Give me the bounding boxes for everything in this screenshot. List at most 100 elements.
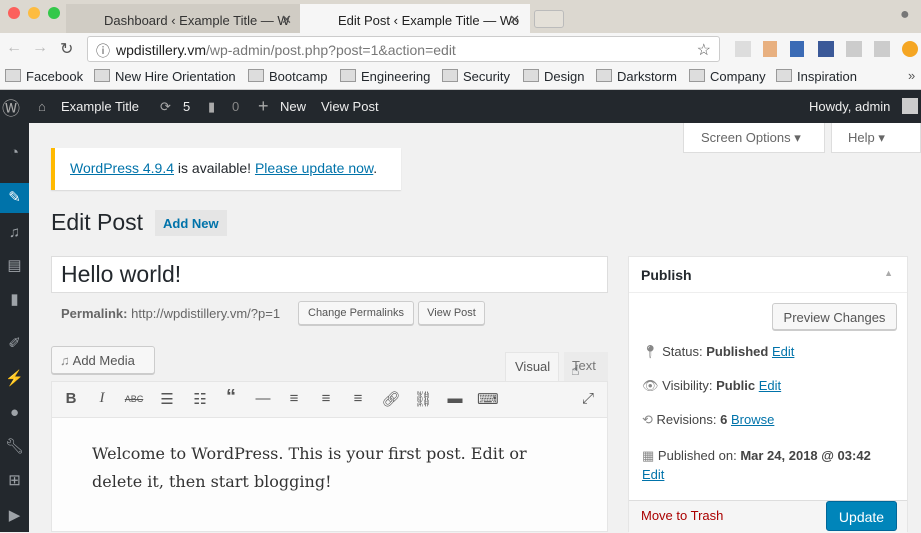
comments-menu-icon[interactable]: ▮ — [0, 285, 29, 315]
history-icon: ⟲ — [642, 412, 653, 427]
toolbar-toggle-icon[interactable]: ⌨ — [477, 390, 499, 408]
plus-icon: + — [258, 96, 269, 116]
comments-count[interactable]: 0 — [232, 99, 239, 114]
update-notice: WordPress 4.9.4 is available! Please upd… — [51, 148, 401, 190]
move-to-trash-link[interactable]: Move to Trash — [641, 508, 723, 523]
publish-box: Publish ▲ — [628, 256, 908, 533]
close-window-button[interactable] — [8, 7, 20, 19]
profile-icon[interactable]: ● — [900, 6, 910, 24]
maximize-window-button[interactable] — [48, 7, 60, 19]
plugins-icon[interactable]: ⚡ — [0, 364, 29, 394]
edit-visibility-link[interactable]: Edit — [759, 378, 781, 393]
view-post-link[interactable]: View Post — [321, 99, 379, 114]
collapse-arrow-icon[interactable]: ▲ — [884, 268, 893, 278]
blockquote-icon[interactable]: “ — [221, 386, 241, 409]
insert-link-icon[interactable]: 🔗︎ — [381, 390, 401, 408]
pin-icon: 📍︎ — [642, 344, 659, 359]
permalink-url[interactable]: http://wpdistillery.vm/?p=1 — [131, 306, 280, 321]
add-media-button[interactable]: ♫ Add Media — [51, 346, 155, 374]
align-left-icon[interactable]: ≡ — [284, 390, 304, 407]
tab-visual[interactable]: Visual — [505, 352, 559, 382]
calendar-icon: ▦ — [642, 448, 655, 463]
collapse-menu-icon[interactable]: ▶ — [0, 501, 29, 531]
users-icon[interactable]: ● — [0, 398, 29, 428]
wordpress-logo-icon[interactable]: Ⓦ — [2, 95, 20, 121]
bookmark-engineering[interactable]: Engineering — [340, 69, 430, 84]
bookmark-company[interactable]: Company — [689, 69, 766, 84]
bulleted-list-icon[interactable]: ☰ — [157, 390, 177, 408]
tab-edit-post[interactable]: Edit Post ‹ Example Title — Wo ✕ — [300, 4, 530, 33]
update-button[interactable]: Update — [826, 501, 897, 531]
updates-icon[interactable]: ⟳ — [160, 99, 171, 115]
settings-icon[interactable]: ⊞ — [0, 466, 29, 496]
avatar[interactable] — [902, 98, 918, 114]
pages-icon[interactable]: ▤ — [0, 251, 29, 281]
preview-changes-button[interactable]: Preview Changes — [772, 303, 897, 330]
fullscreen-icon[interactable]: ⤢ — [578, 390, 598, 407]
updates-count[interactable]: 5 — [183, 99, 190, 114]
extension-icon[interactable] — [874, 41, 890, 57]
extension-icon[interactable] — [790, 41, 804, 57]
minimize-window-button[interactable] — [28, 7, 40, 19]
horizontal-line-icon[interactable]: — — [253, 390, 273, 407]
numbered-list-icon[interactable]: ☷ — [190, 390, 210, 408]
new-content-link[interactable]: New — [280, 99, 306, 114]
add-new-button[interactable]: Add New — [155, 210, 227, 236]
close-tab-icon[interactable]: ✕ — [281, 12, 292, 28]
edit-status-link[interactable]: Edit — [772, 344, 794, 359]
edit-date-link[interactable]: Edit — [642, 467, 664, 482]
dashboard-icon[interactable]: ◔ — [0, 138, 29, 168]
back-icon[interactable]: ← — [6, 39, 22, 57]
extension-icon[interactable] — [763, 41, 777, 57]
read-more-icon[interactable]: ▬ — [445, 390, 465, 407]
italic-icon[interactable]: I — [92, 390, 112, 407]
page-title: Edit Post — [51, 209, 144, 235]
extension-icon[interactable] — [846, 41, 862, 57]
facebook-extension-icon[interactable] — [818, 41, 834, 57]
reload-icon[interactable]: ↻ — [60, 39, 73, 59]
posts-pin-icon[interactable]: ✎ — [0, 183, 29, 213]
bookmark-design[interactable]: Design — [523, 69, 584, 84]
extension-icon[interactable] — [735, 41, 751, 57]
site-name-link[interactable]: Example Title — [61, 99, 139, 114]
bookmark-inspiration[interactable]: Inspiration — [776, 69, 857, 84]
appearance-icon[interactable]: ✐ — [0, 329, 29, 359]
close-tab-icon[interactable]: ✕ — [509, 12, 520, 28]
publish-header[interactable]: Publish ▲ — [629, 257, 907, 293]
screen-options-button[interactable]: Screen Options ▾ — [683, 123, 825, 153]
visibility-row: 👁︎ Visibility: Public Edit — [642, 378, 782, 393]
post-title-input[interactable]: Hello world! — [51, 256, 608, 293]
strikethrough-icon[interactable]: ABC — [124, 394, 144, 404]
tab-dashboard[interactable]: Dashboard ‹ Example Title — W ✕ — [66, 4, 302, 33]
post-content[interactable]: Welcome to WordPress. This is your first… — [92, 440, 527, 496]
revisions-row: ⟲ Revisions: 6 Browse — [642, 412, 775, 427]
bookmark-new-hire[interactable]: New Hire Orientation — [94, 69, 236, 84]
tools-wrench-icon[interactable]: 🔧︎ — [0, 432, 29, 462]
more-bookmarks-icon[interactable]: » — [908, 68, 915, 83]
media-icon[interactable]: ♫ — [0, 218, 29, 248]
browse-revisions-link[interactable]: Browse — [731, 412, 774, 427]
comments-icon[interactable]: ▮ — [208, 99, 215, 115]
bookmark-darkstorm[interactable]: Darkstorm — [596, 69, 677, 84]
extension-icon[interactable] — [902, 41, 918, 57]
status-row: 📍︎ Status: Published Edit — [642, 344, 795, 359]
bookmark-facebook[interactable]: Facebook — [5, 69, 83, 84]
howdy-account-link[interactable]: Howdy, admin — [809, 99, 890, 114]
new-tab-button[interactable] — [534, 10, 564, 28]
address-bar[interactable]: ⓘ wpdistillery.vm/wp-admin/post.php?post… — [87, 36, 720, 62]
bookmark-bootcamp[interactable]: Bootcamp — [248, 69, 328, 84]
view-post-button[interactable]: View Post — [418, 301, 485, 325]
forward-icon[interactable]: → — [32, 39, 48, 57]
unlink-icon[interactable]: ⛓ — [413, 390, 433, 408]
change-permalinks-button[interactable]: Change Permalinks — [298, 301, 414, 325]
bookmark-star-icon[interactable]: ☆ — [697, 40, 711, 60]
published-on-row: ▦ Published on: Mar 24, 2018 @ 03:42 Edit — [642, 448, 871, 482]
bookmark-security[interactable]: Security — [442, 69, 510, 84]
help-button[interactable]: Help ▾ — [831, 123, 921, 153]
version-link[interactable]: WordPress 4.9.4 — [70, 160, 174, 176]
bold-icon[interactable]: B — [61, 390, 81, 407]
align-center-icon[interactable]: ≡ — [316, 390, 336, 407]
align-right-icon[interactable]: ≡ — [348, 390, 368, 407]
wp-admin-bar: Ⓦ ⌂ Example Title ⟳ 5 ▮ 0 + New View Pos… — [0, 90, 921, 123]
update-now-link[interactable]: Please update now — [255, 160, 373, 176]
